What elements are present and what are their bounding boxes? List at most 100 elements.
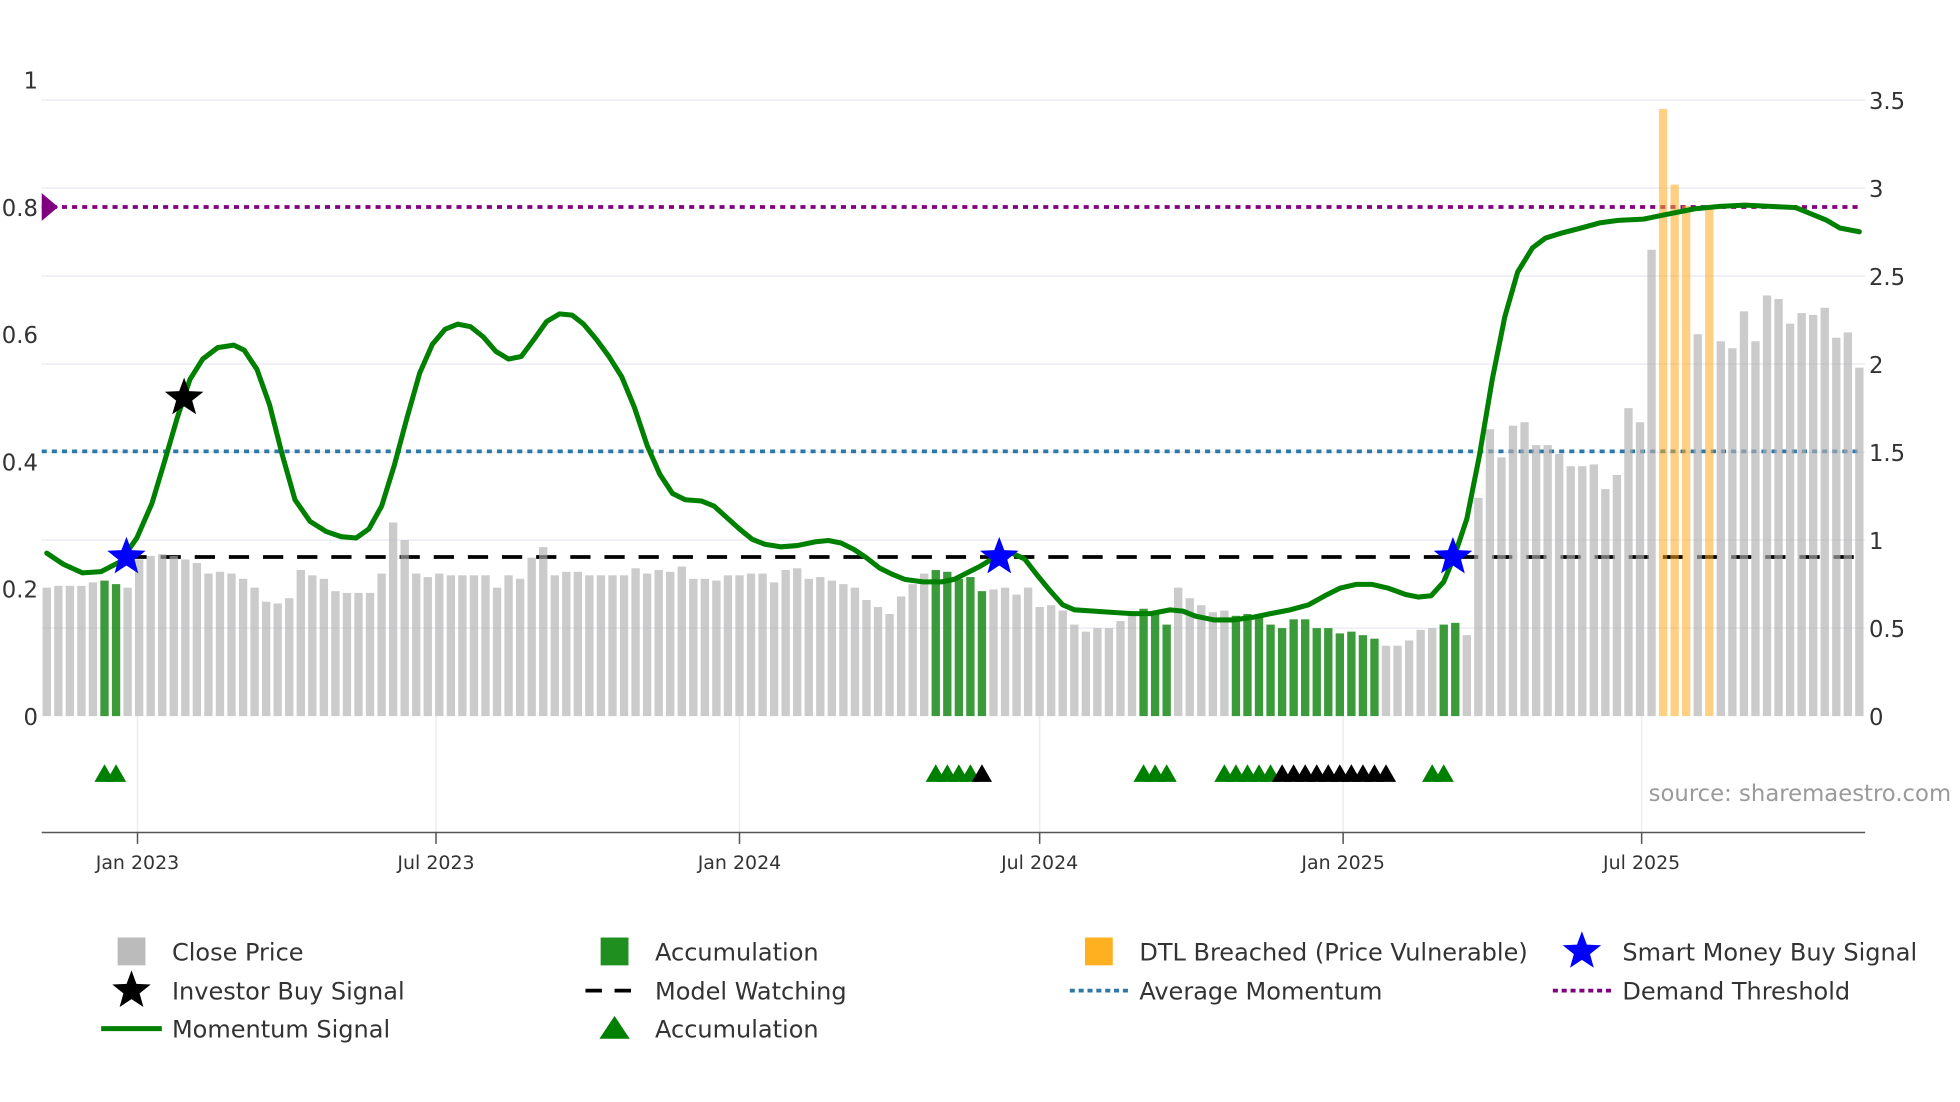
close-price-bar bbox=[492, 587, 502, 717]
close-price-bar bbox=[1578, 466, 1587, 717]
close-price-bar bbox=[539, 547, 548, 717]
close-price-bar bbox=[158, 554, 167, 717]
close-price-bar bbox=[1612, 475, 1622, 717]
close-price-bar bbox=[354, 592, 363, 717]
accumulation-bar bbox=[1370, 638, 1379, 717]
close-price-bar bbox=[215, 571, 225, 717]
accumulation-bar bbox=[1301, 619, 1310, 717]
close-price-bar bbox=[1520, 422, 1529, 717]
close-price-bar bbox=[88, 582, 98, 717]
close-price-bar bbox=[920, 573, 929, 717]
close-price-bar bbox=[250, 587, 259, 717]
close-price-bar bbox=[1843, 332, 1852, 717]
source-label: source: sharemaestro.com bbox=[1649, 781, 1951, 807]
orange-square-icon bbox=[1084, 937, 1113, 966]
demand-threshold-marker bbox=[41, 193, 59, 221]
right-axis-tick-label: 2.5 bbox=[1869, 265, 1905, 291]
dtl-breached-bar bbox=[1705, 205, 1714, 717]
reference-lines bbox=[41, 193, 1862, 559]
right-axis-tick-label: 0 bbox=[1869, 705, 1883, 731]
legend-item: Smart Money Buy Signal bbox=[1562, 931, 1917, 968]
right-axis-tick-label: 1.5 bbox=[1869, 441, 1905, 467]
x-tick-label: Jul 2024 bbox=[1000, 852, 1078, 874]
close-price-bar bbox=[1428, 628, 1437, 717]
close-price-bar bbox=[1589, 464, 1598, 717]
legend-item: Average Momentum bbox=[1069, 978, 1382, 1006]
close-price-bar bbox=[862, 599, 871, 717]
close-price-bar bbox=[1566, 466, 1575, 717]
x-tick-label: Jul 2025 bbox=[1602, 852, 1680, 874]
close-price-bar bbox=[804, 578, 813, 717]
close-price-bar bbox=[1601, 489, 1610, 717]
dtl-breached-bar bbox=[1658, 108, 1668, 717]
blue-star-icon bbox=[1562, 931, 1602, 968]
accumulation-bar bbox=[1324, 628, 1333, 717]
close-price-bar bbox=[308, 575, 317, 717]
accumulation-bar bbox=[943, 571, 952, 717]
close-price-bar bbox=[585, 575, 594, 717]
investor-buy-star bbox=[164, 377, 204, 415]
close-price-bar bbox=[1820, 307, 1829, 717]
close-price-bar bbox=[608, 575, 617, 717]
x-tick-label: Jul 2023 bbox=[396, 852, 474, 874]
close-price-bar bbox=[192, 562, 202, 717]
x-tick-label: Jan 2024 bbox=[697, 852, 782, 874]
close-price-bar bbox=[885, 614, 894, 717]
close-price-bar bbox=[1047, 605, 1056, 717]
close-price-bar bbox=[377, 573, 386, 717]
close-price-bar bbox=[573, 571, 583, 717]
legend-item: Investor Buy Signal bbox=[112, 970, 405, 1007]
close-price-bar bbox=[204, 573, 213, 717]
accumulation-bar bbox=[977, 591, 987, 717]
close-price-bar bbox=[1785, 323, 1795, 717]
close-price-bar bbox=[1855, 367, 1864, 717]
legend-label: Average Momentum bbox=[1139, 978, 1382, 1006]
close-price-bar bbox=[908, 584, 917, 717]
accumulation-bar bbox=[1277, 628, 1287, 717]
close-price-bar bbox=[1070, 624, 1079, 717]
close-price-bar bbox=[642, 573, 652, 717]
close-price-bar bbox=[1739, 311, 1749, 717]
gray-square-icon bbox=[117, 937, 146, 966]
close-price-bar bbox=[1058, 610, 1067, 717]
close-price-bar bbox=[273, 603, 282, 717]
close-price-bar bbox=[365, 592, 375, 717]
legend-item: Accumulation bbox=[600, 937, 819, 966]
momentum-chart: Jan 2023 Jul 2023 Jan 2024 Jul 2024 Jan 2025… bbox=[2, 69, 1951, 1044]
accumulation-bar bbox=[1254, 615, 1264, 717]
legend-item: Demand Threshold bbox=[1552, 978, 1850, 1006]
legend-label: DTL Breached (Price Vulnerable) bbox=[1139, 938, 1527, 966]
accumulation-bar bbox=[1312, 628, 1321, 717]
close-price-bar bbox=[42, 587, 51, 717]
legend-label: Investor Buy Signal bbox=[172, 978, 405, 1006]
close-price-bar bbox=[1116, 621, 1125, 717]
close-price-bar bbox=[1174, 587, 1183, 717]
close-price-bar bbox=[435, 573, 444, 717]
close-price-bar bbox=[65, 585, 75, 717]
close-price-bar bbox=[400, 540, 409, 717]
legend-label: Close Price bbox=[172, 938, 304, 966]
close-price-bar bbox=[816, 577, 825, 717]
close-price-bar bbox=[238, 578, 248, 717]
close-price-bar bbox=[746, 573, 756, 717]
close-price-bar bbox=[850, 587, 860, 717]
close-price-bar bbox=[1093, 628, 1102, 717]
close-price-bar bbox=[677, 566, 686, 717]
close-price-bar bbox=[666, 571, 675, 717]
legend-item: DTL Breached (Price Vulnerable) bbox=[1084, 937, 1528, 966]
close-price-bar bbox=[596, 575, 606, 717]
close-price-bar bbox=[1751, 341, 1760, 717]
close-price-bars bbox=[42, 108, 1864, 717]
legend-label: Model Watching bbox=[655, 978, 847, 1006]
close-price-bar bbox=[781, 570, 790, 717]
close-price-bar bbox=[446, 575, 456, 717]
close-price-bar bbox=[1404, 640, 1414, 717]
close-price-bar bbox=[700, 578, 710, 717]
right-axis-tick-label: 3 bbox=[1869, 177, 1883, 203]
close-price-bar bbox=[839, 584, 848, 717]
close-price-bar bbox=[1485, 429, 1495, 717]
close-price-bar bbox=[619, 575, 629, 717]
close-price-bar bbox=[1416, 629, 1425, 717]
close-price-bar bbox=[1832, 337, 1841, 717]
accumulation-bar bbox=[966, 577, 975, 717]
